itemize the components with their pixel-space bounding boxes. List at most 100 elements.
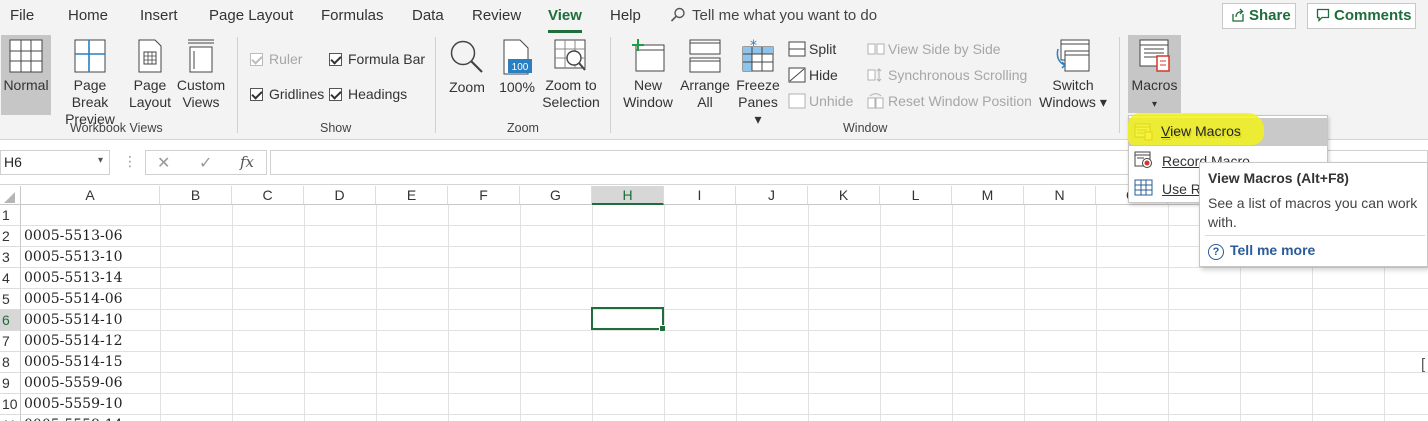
cell-a6[interactable]: 0005-5514-10 [24, 310, 123, 331]
comments-label: Comments [1334, 7, 1412, 24]
cell-a11[interactable]: 0005-5559-14 [24, 415, 123, 421]
column-header-a[interactable]: A [21, 186, 160, 205]
tab-page-layout[interactable]: Page Layout [209, 7, 293, 24]
freeze-panes-icon: * [742, 39, 774, 72]
help-icon: ? [1208, 244, 1224, 260]
name-box[interactable]: H6 ▾ [0, 150, 110, 175]
cell-a5[interactable]: 0005-5514-06 [24, 289, 123, 310]
column-header-d[interactable]: D [304, 186, 376, 205]
column-header-k[interactable]: K [808, 186, 880, 205]
grid-line [808, 205, 809, 421]
tab-file[interactable]: File [10, 7, 34, 24]
column-header-f[interactable]: F [448, 186, 520, 205]
tab-help[interactable]: Help [610, 7, 641, 24]
row-header-6[interactable]: 6 [0, 310, 21, 331]
checkbox-box [329, 88, 342, 101]
column-header-n[interactable]: N [1024, 186, 1096, 205]
row-header-7[interactable]: 7 [0, 331, 21, 352]
cell-a8[interactable]: 0005-5514-15 [24, 352, 123, 373]
column-header-e[interactable]: E [376, 186, 448, 205]
arrange-all-label-1: Arrange [680, 77, 730, 93]
row-header-2[interactable]: 2 [0, 226, 21, 247]
column-header-g[interactable]: G [520, 186, 592, 205]
page-break-preview-button[interactable]: Page Break Preview [55, 35, 125, 127]
hide-button[interactable]: Hide [788, 67, 838, 83]
tab-home[interactable]: Home [68, 7, 108, 24]
new-window-label-2: Window [623, 94, 673, 110]
drag-handle-icon[interactable]: ⋮ [123, 153, 137, 170]
row-header-8[interactable]: 8 [0, 352, 21, 373]
reset-window-position-button[interactable]: Reset Window Position [867, 93, 1032, 109]
cell-a3[interactable]: 0005-5513-10 [24, 247, 123, 268]
formula-bar-checkbox[interactable]: Formula Bar [329, 51, 425, 67]
new-window-icon [632, 39, 665, 72]
new-window-label-1: New [633, 77, 662, 93]
zoom-to-selection-button[interactable]: Zoom to Selection [541, 35, 601, 115]
chevron-down-icon[interactable]: ▾ [98, 155, 103, 166]
page-layout-view-button[interactable]: Page Layout [128, 35, 172, 115]
group-label-workbook-views: Workbook Views [70, 121, 163, 135]
synchronous-scrolling-button[interactable]: Synchronous Scrolling [867, 67, 1027, 83]
row-header-3[interactable]: 3 [0, 247, 21, 268]
tab-view[interactable]: View [548, 7, 582, 24]
tab-insert[interactable]: Insert [140, 7, 178, 24]
row-header-5[interactable]: 5 [0, 289, 21, 310]
cell-a4[interactable]: 0005-5513-14 [24, 268, 123, 289]
row-header-1[interactable]: 1 [0, 205, 21, 226]
column-header-h[interactable]: H [592, 186, 664, 205]
cell-a10[interactable]: 0005-5559-10 [24, 394, 123, 415]
row-header-9[interactable]: 9 [0, 373, 21, 394]
row-header-11[interactable]: 11 [0, 415, 21, 421]
tab-review[interactable]: Review [472, 7, 521, 24]
sync-scroll-icon [867, 68, 882, 82]
zoom-100-button[interactable]: 100 100% [496, 35, 538, 115]
new-window-button[interactable]: New Window [620, 35, 676, 115]
ruler-checkbox[interactable]: Ruler [250, 51, 302, 67]
freeze-panes-button[interactable]: * Freeze Panes ▾ [734, 35, 782, 127]
group-separator [1119, 37, 1120, 133]
column-header-b[interactable]: B [160, 186, 232, 205]
tooltip-title: View Macros (Alt+F8) [1208, 170, 1349, 186]
headings-checkbox[interactable]: Headings [329, 86, 407, 102]
enter-icon[interactable]: ✓ [199, 153, 212, 173]
comments-button[interactable]: Comments [1307, 3, 1416, 29]
tell-me-more-link[interactable]: ? Tell me more [1208, 242, 1315, 260]
page-layout-label-2: Layout [128, 94, 172, 110]
view-macros-tooltip: View Macros (Alt+F8) See a list of macro… [1199, 162, 1428, 267]
switch-windows-button[interactable]: Switch Windows ▾ [1036, 35, 1110, 115]
column-header-i[interactable]: I [664, 186, 736, 205]
custom-views-button[interactable]: Custom Views [175, 35, 227, 115]
macros-label: Macros [1131, 77, 1178, 93]
row-header-4[interactable]: 4 [0, 268, 21, 289]
gridlines-checkbox[interactable]: Gridlines [250, 86, 324, 102]
cancel-icon[interactable]: ✕ [157, 153, 170, 173]
row-header-10[interactable]: 10 [0, 394, 21, 415]
share-button[interactable]: Share [1222, 3, 1296, 29]
split-button[interactable]: Split [788, 41, 836, 57]
column-header-j[interactable]: J [736, 186, 808, 205]
grid-line [21, 267, 1428, 268]
column-header-m[interactable]: M [952, 186, 1024, 205]
tab-formulas[interactable]: Formulas [321, 7, 384, 24]
cell-a9[interactable]: 0005-5559-06 [24, 373, 123, 394]
grid-line [21, 309, 1428, 310]
macros-dropdown-arrow: ▾ [1151, 99, 1158, 110]
normal-view-button[interactable]: Normal [1, 35, 51, 115]
insert-function-icon[interactable]: fx [240, 153, 254, 171]
column-header-c[interactable]: C [232, 186, 304, 205]
cell-a2[interactable]: 0005-5513-06 [24, 226, 123, 247]
select-all-corner[interactable] [0, 186, 21, 205]
grid-line [1096, 205, 1097, 421]
cell-a7[interactable]: 0005-5514-12 [24, 331, 123, 352]
unhide-button[interactable]: Unhide [788, 93, 853, 109]
view-side-by-side-button[interactable]: View Side by Side [867, 41, 1001, 57]
column-header-l[interactable]: L [880, 186, 952, 205]
tell-me-search[interactable]: Tell me what you want to do [670, 7, 877, 24]
switch-windows-icon [1056, 39, 1090, 72]
zoom-button[interactable]: Zoom [445, 35, 489, 115]
macros-button[interactable]: Macros ▾ [1128, 35, 1181, 113]
arrange-all-button[interactable]: Arrange All [678, 35, 732, 115]
active-cell-h6[interactable] [591, 307, 666, 332]
tab-data[interactable]: Data [412, 7, 444, 24]
grid-line [21, 330, 1428, 331]
